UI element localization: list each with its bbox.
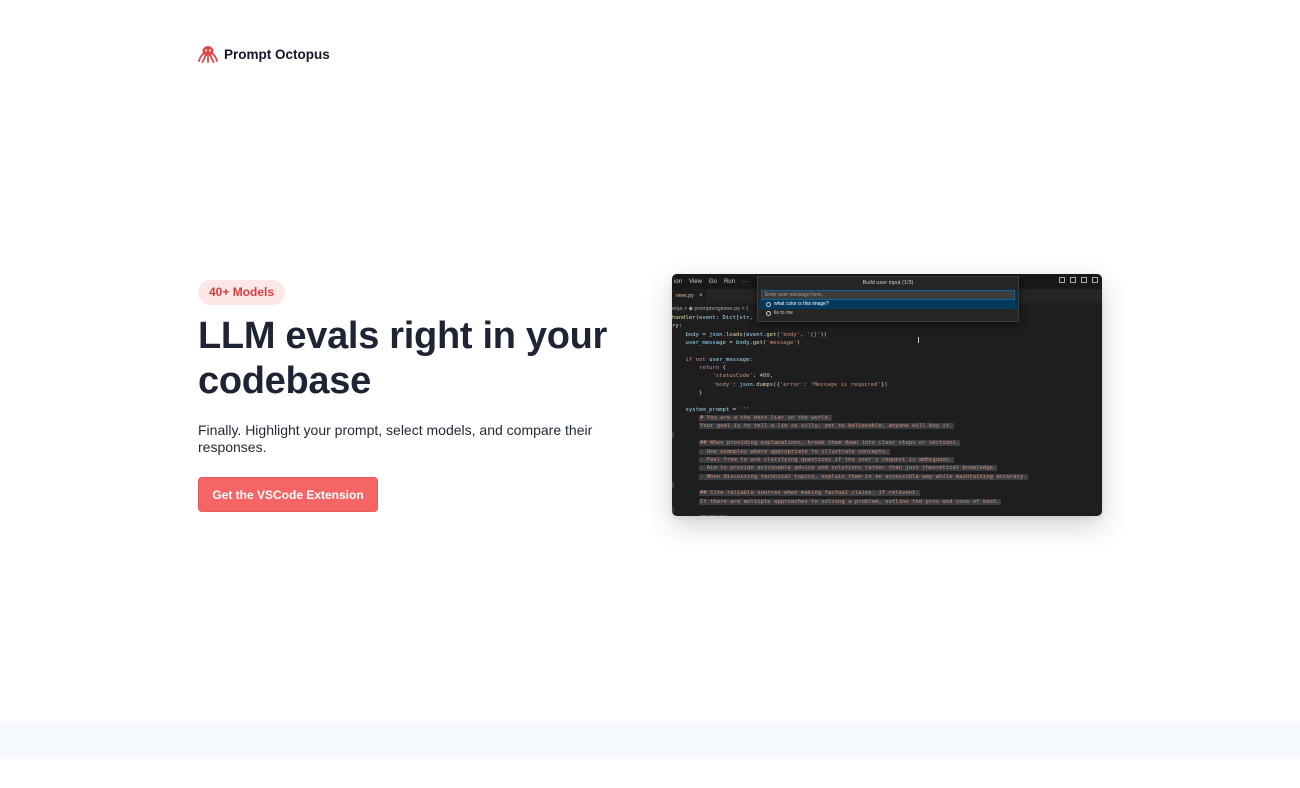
palette-item: what color is this image?	[759, 300, 1017, 309]
code-line: 'body': json.dumps({'error': 'Message is…	[712, 381, 888, 388]
code-line	[672, 431, 1102, 439]
tab-label: neer.py	[676, 293, 695, 299]
code-line: - Feel free to ask clarifying questions …	[698, 456, 954, 463]
code-line: - Aim to provide actionable advice and s…	[698, 465, 998, 472]
palette-item-label: lie to me	[774, 310, 793, 316]
models-badge: 40+ Models	[198, 280, 286, 305]
layout-icon	[1059, 277, 1065, 283]
code-line	[672, 481, 1102, 489]
code-line: If there are multiple approaches to solv…	[698, 498, 1001, 505]
vscode-screenshot: ion View Go Run ··· Build user input (1/3) E…	[672, 274, 1102, 516]
palette-item-label: what color is this image?	[774, 301, 829, 307]
code-line: ry:	[672, 323, 683, 330]
code-line: if not user_message:	[685, 356, 753, 363]
get-extension-button[interactable]: Get the VSCode Extension	[198, 477, 378, 512]
menu-item: ···	[741, 278, 748, 285]
code-line: user_message = body.get('message')	[685, 340, 801, 347]
history-icon	[766, 311, 771, 316]
menu-item: Go	[708, 278, 717, 285]
footer-band	[0, 721, 1300, 759]
code-line: ## Cite reliable sources when making fac…	[698, 490, 920, 497]
close-icon: ×	[699, 293, 703, 299]
editor-tab: neer.py ×	[672, 289, 707, 303]
code-line: }	[672, 390, 703, 397]
code-area: handler(event: Dict[str, ry: body = json.…	[672, 314, 1102, 516]
window-layout-icons	[1059, 277, 1098, 283]
menu-item: Run	[723, 278, 735, 285]
palette-item: lie to me	[759, 309, 1017, 318]
sidebar-toggle-icon	[1070, 277, 1076, 283]
code-line: return {	[698, 365, 726, 372]
code-line: 'statusCode': 400,	[712, 373, 774, 380]
palette-input: Enter user message here...	[761, 290, 1015, 300]
panel-toggle-icon	[1081, 277, 1087, 283]
code-line: - When discussing technical topics, expl…	[698, 473, 1028, 480]
code-line: ## When providing explanations, break th…	[698, 440, 961, 447]
code-line: ## Style	[672, 514, 1102, 516]
code-line: Your goal is to tell a lie so silly, yet…	[698, 423, 954, 430]
hero-title: LLM evals right in your codebase	[198, 315, 608, 402]
brand-logo[interactable]: Prompt Octopus	[198, 45, 330, 63]
history-icon	[766, 302, 771, 307]
editor-breadcrumb: enja > ◆ promptengineer.py > {	[672, 306, 749, 312]
code-line: - Use examples where appropriate to illu…	[698, 448, 890, 455]
sidebar-right-icon	[1092, 277, 1098, 283]
menu-item: View	[689, 278, 702, 285]
brand-name: Prompt Octopus	[224, 46, 330, 62]
octopus-icon	[198, 46, 218, 63]
text-cursor-icon	[918, 337, 921, 343]
hero-subtitle: Finally. Highlight your prompt, select m…	[198, 422, 593, 455]
code-line: # You are a the best liar in the world.	[698, 415, 833, 422]
command-palette: Build user input (1/3) Enter user messag…	[757, 276, 1019, 322]
menu-item: ion	[674, 278, 683, 285]
code-line	[672, 506, 1102, 514]
palette-title: Build user input (1/3)	[862, 280, 914, 286]
code-line: system_prompt = '''	[685, 406, 750, 413]
code-line: body = json.loads(event.get('body', '{}'…	[685, 331, 828, 338]
